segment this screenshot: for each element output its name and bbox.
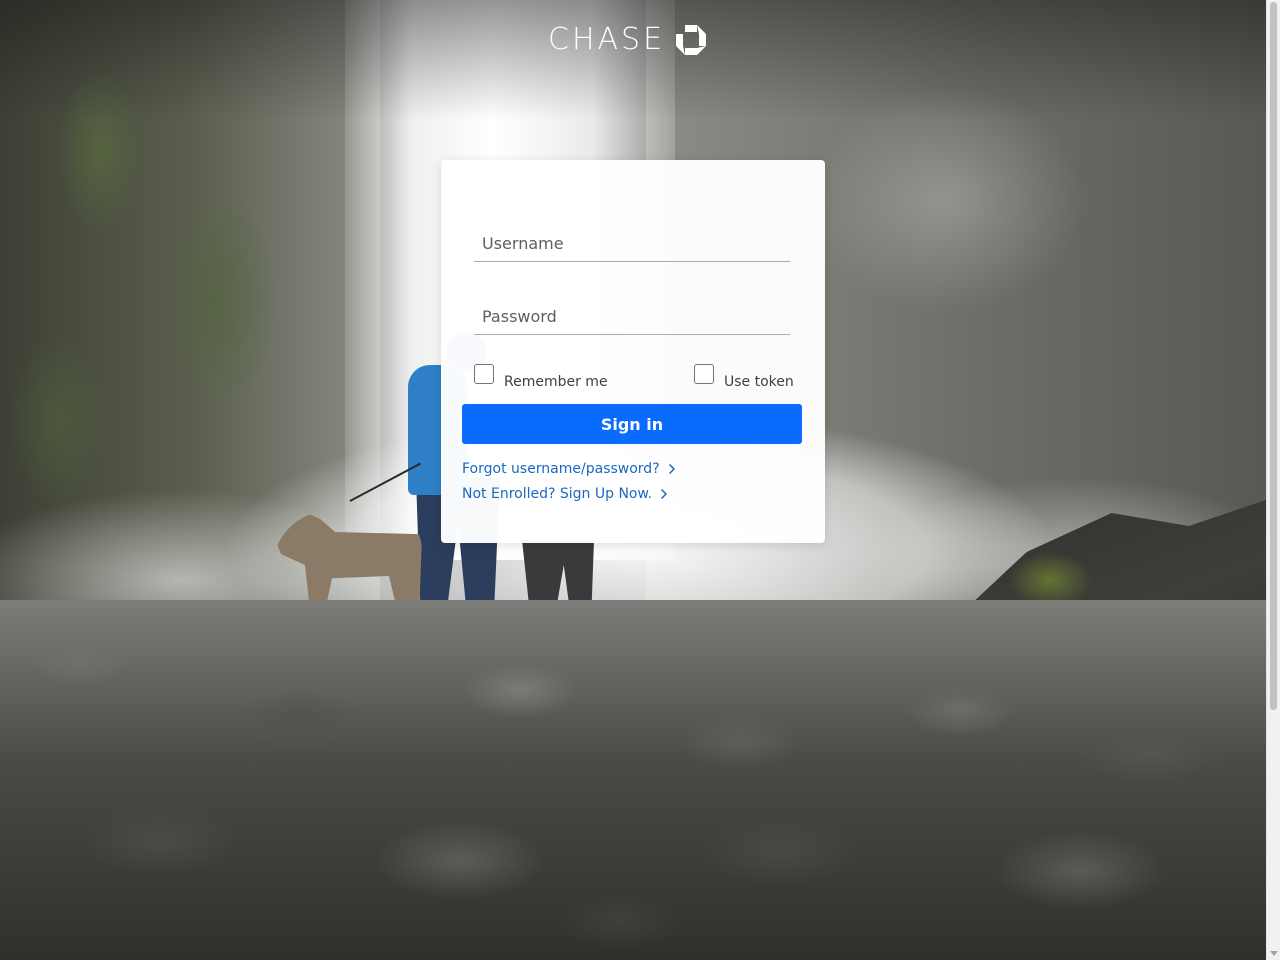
chevron-right-icon — [661, 488, 668, 500]
remember-me-label: Remember me — [504, 374, 608, 390]
background-top-shade — [0, 0, 1266, 120]
scrollbar-thumb[interactable] — [1270, 2, 1277, 710]
password-input[interactable] — [474, 299, 790, 335]
sign-in-button[interactable]: Sign in — [462, 404, 802, 444]
remember-me-checkbox[interactable]: Remember me — [474, 364, 608, 389]
page-scrollbar[interactable] — [1266, 0, 1280, 960]
use-token-checkbox[interactable]: Use token — [694, 364, 794, 389]
remember-me-box[interactable] — [474, 364, 494, 384]
login-page: CHASE Remember me Use token Sign in Forg… — [0, 0, 1280, 960]
scroll-down-arrow-icon[interactable] — [1270, 951, 1278, 956]
sign-up-link[interactable]: Not Enrolled? Sign Up Now. — [462, 486, 668, 502]
login-card: Remember me Use token Sign in Forgot use… — [441, 160, 825, 543]
chevron-right-icon — [668, 463, 675, 475]
username-input[interactable] — [474, 226, 790, 262]
use-token-box[interactable] — [694, 364, 714, 384]
sign-up-label: Not Enrolled? Sign Up Now. — [462, 486, 653, 502]
chase-octagon-icon — [676, 25, 707, 55]
background-river-stones — [0, 600, 1266, 960]
forgot-credentials-link[interactable]: Forgot username/password? — [462, 461, 676, 477]
forgot-credentials-label: Forgot username/password? — [462, 461, 660, 477]
brand-name: CHASE — [548, 22, 666, 57]
use-token-label: Use token — [724, 374, 794, 390]
chase-logo: CHASE — [548, 24, 707, 56]
